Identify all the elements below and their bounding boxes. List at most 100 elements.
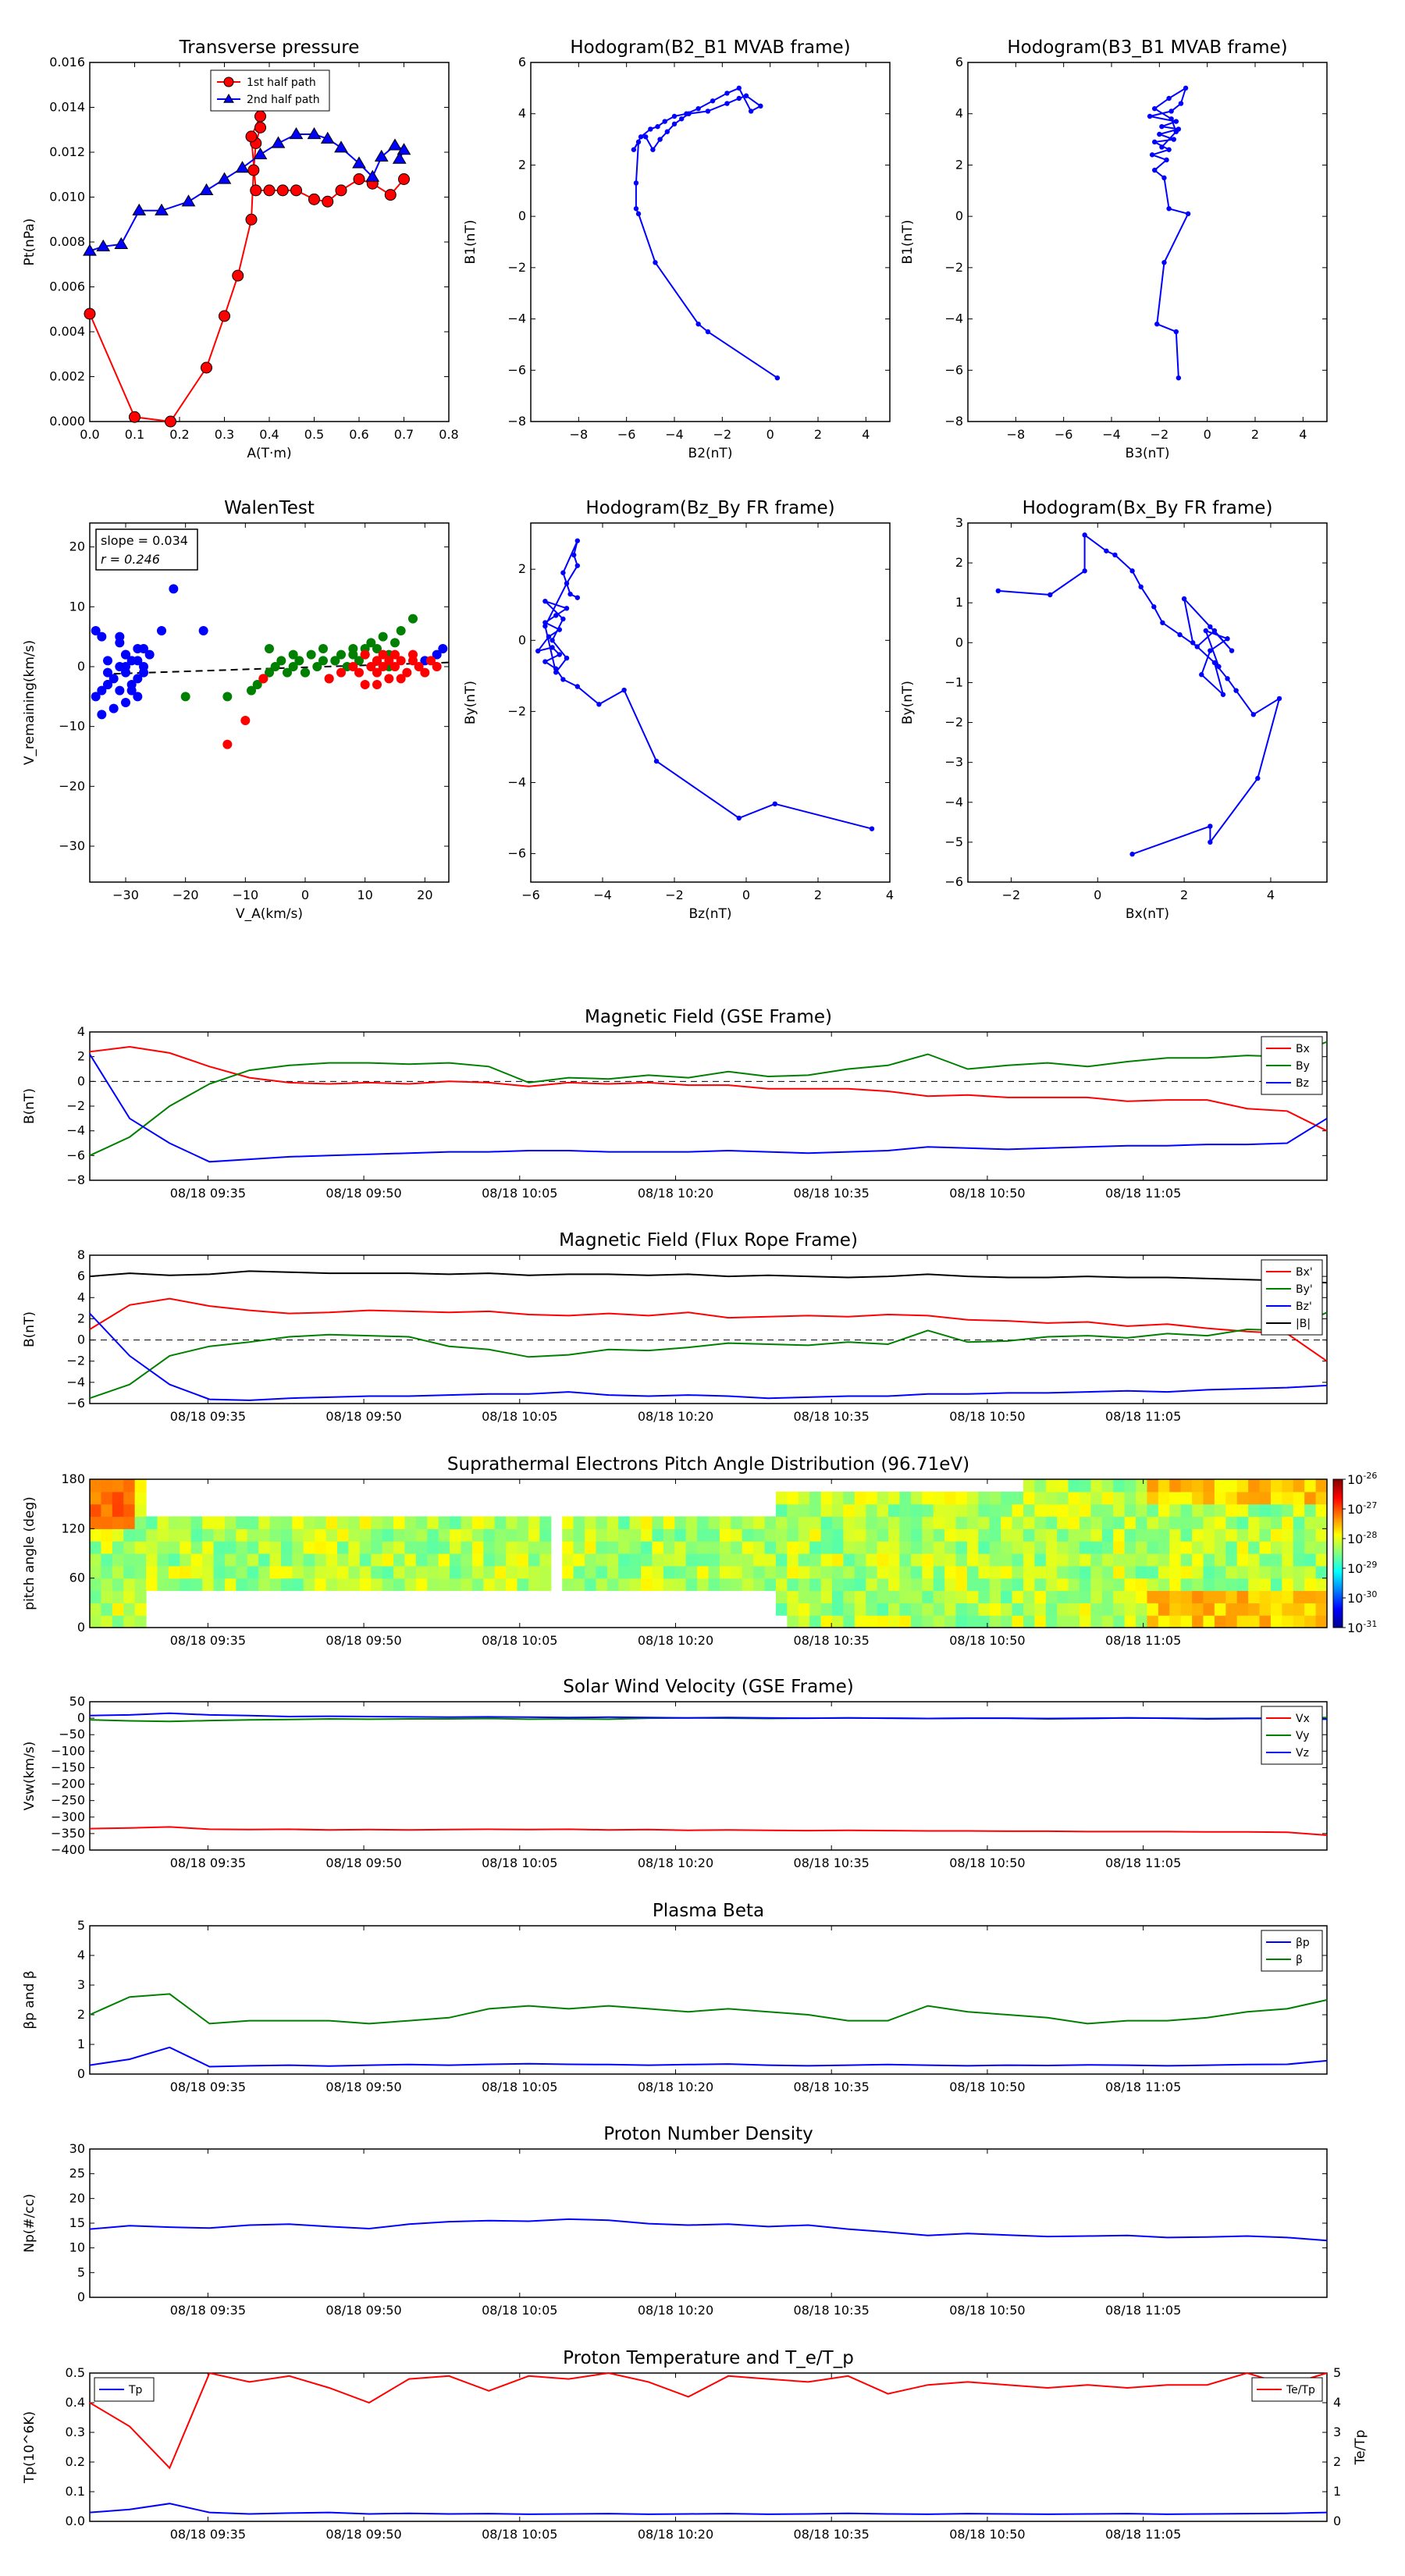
beta-series-1-line bbox=[89, 1993, 1328, 2025]
pad-heatmap-cell bbox=[753, 1565, 766, 1579]
pad-heatmap-cell bbox=[539, 1553, 552, 1567]
bgse-title: Magnetic Field (GSE Frame) bbox=[585, 1007, 832, 1027]
pad-heatmap-cell bbox=[1225, 1603, 1238, 1616]
walen-scatter-point bbox=[438, 644, 448, 653]
h4-data-point bbox=[1129, 568, 1135, 574]
pad-heatmap-cell bbox=[90, 1503, 102, 1517]
pad-heatmap-cell bbox=[1304, 1578, 1317, 1592]
bfr-ytick-label: −2 bbox=[66, 1354, 85, 1368]
pad-heatmap-cell bbox=[1034, 1491, 1047, 1505]
pad-heatmap-cell bbox=[1236, 1541, 1249, 1554]
pad-heatmap-cell bbox=[1203, 1503, 1215, 1517]
walen-scatter-point bbox=[121, 662, 130, 671]
pad-heatmap-cell bbox=[112, 1553, 124, 1567]
walen-scatter-point bbox=[408, 614, 418, 624]
pad-heatmap-cell bbox=[1101, 1615, 1114, 1628]
pad-heatmap-cell bbox=[1068, 1590, 1080, 1603]
pad-heatmap-cell bbox=[393, 1565, 406, 1579]
pad-heatmap-cell bbox=[1180, 1553, 1193, 1567]
pad-heatmap-cell bbox=[843, 1615, 855, 1628]
h3-data-point bbox=[653, 758, 660, 764]
pad-heatmap-cell bbox=[1068, 1553, 1080, 1567]
pad-heatmap-cell bbox=[933, 1578, 945, 1592]
pad-heatmap-cell bbox=[922, 1541, 934, 1554]
pad-heatmap-cell bbox=[1169, 1565, 1182, 1579]
np-time-tick-label: 08/18 11:05 bbox=[1105, 2303, 1181, 2318]
pad-heatmap-cell bbox=[269, 1516, 282, 1529]
walen-xlabel: V_A(km/s) bbox=[236, 906, 303, 922]
pad-heatmap-cell bbox=[224, 1553, 237, 1567]
pad-heatmap-cell bbox=[775, 1516, 788, 1529]
pad-heatmap-cell bbox=[775, 1565, 788, 1579]
pad-heatmap-cell bbox=[101, 1541, 113, 1554]
pad-heatmap-cell bbox=[652, 1516, 664, 1529]
pad-heatmap-cell bbox=[697, 1565, 710, 1579]
pad-heatmap-cell bbox=[1169, 1590, 1182, 1603]
pad-heatmap-cell bbox=[359, 1541, 372, 1554]
pad-heatmap-cell bbox=[325, 1516, 338, 1529]
pad-heatmap-cell bbox=[382, 1541, 394, 1554]
h2-data-point bbox=[1166, 147, 1172, 152]
pad-heatmap-cell bbox=[787, 1541, 799, 1554]
beta-legend-label: β bbox=[1296, 1954, 1303, 1966]
pad-heatmap-cell bbox=[1023, 1491, 1035, 1505]
pad-heatmap-cell bbox=[292, 1528, 304, 1542]
pad-heatmap-cell bbox=[618, 1565, 631, 1579]
pad-time-tick-label: 08/18 10:05 bbox=[482, 1633, 557, 1648]
walen-xtick-label: 20 bbox=[417, 888, 432, 902]
pad-heatmap-cell bbox=[1113, 1491, 1126, 1505]
pad-heatmap-cell bbox=[1270, 1503, 1282, 1517]
pad-heatmap-cell bbox=[517, 1553, 529, 1567]
pad-heatmap-cell bbox=[168, 1565, 180, 1579]
pad-heatmap-cell bbox=[933, 1615, 945, 1628]
pad-heatmap-cell bbox=[1158, 1615, 1170, 1628]
h4-data-point bbox=[1194, 644, 1200, 649]
pad-heatmap-cell bbox=[820, 1565, 833, 1579]
pad-heatmap-cell bbox=[1158, 1479, 1170, 1493]
pad-heatmap-cell bbox=[404, 1541, 417, 1554]
pad-heatmap-cell bbox=[866, 1541, 878, 1554]
pad-heatmap-cell bbox=[1136, 1590, 1148, 1603]
pad-heatmap-cell bbox=[989, 1603, 1001, 1616]
pad-heatmap-cell bbox=[1315, 1516, 1328, 1529]
h2-data-point bbox=[1176, 375, 1182, 381]
tp-ytick-label: 0.012 bbox=[49, 144, 85, 159]
pad-heatmap-cell bbox=[1057, 1615, 1069, 1628]
pad-heatmap-cell bbox=[134, 1491, 147, 1505]
h1-data-point bbox=[724, 101, 730, 106]
tp-series-1-point bbox=[181, 194, 196, 207]
pad-heatmap-cell bbox=[674, 1528, 687, 1542]
pad-heatmap-cell bbox=[562, 1541, 574, 1554]
h2-data-point bbox=[1166, 95, 1172, 101]
pad-heatmap-cell bbox=[1113, 1541, 1126, 1554]
pad-heatmap-cell bbox=[1034, 1578, 1047, 1592]
pad-colorbar-label-base: 10 bbox=[1347, 1532, 1363, 1546]
pad-heatmap-cell bbox=[764, 1541, 777, 1554]
pad-heatmap-cell bbox=[652, 1553, 664, 1567]
pad-heatmap-cell bbox=[933, 1553, 945, 1567]
h3-xtick-label: 4 bbox=[886, 888, 894, 902]
pad-heatmap-cell bbox=[471, 1553, 484, 1567]
pad-heatmap-cell bbox=[1282, 1528, 1294, 1542]
tp-series-0-point bbox=[250, 184, 262, 197]
pad-heatmap-cell bbox=[1080, 1528, 1092, 1542]
h1-xtick-label: 0 bbox=[767, 427, 774, 442]
h3-data-point bbox=[553, 670, 559, 675]
pad-heatmap-cell bbox=[832, 1528, 845, 1542]
beta-legend bbox=[1261, 1930, 1323, 1972]
vsw-ytick-label: 0 bbox=[77, 1710, 85, 1725]
pad-heatmap-cell bbox=[1136, 1578, 1148, 1592]
np-time-tick-label: 08/18 09:50 bbox=[325, 2303, 401, 2318]
pad-heatmap-cell bbox=[820, 1528, 833, 1542]
h2-xtick-label: −2 bbox=[1151, 427, 1169, 442]
pad-heatmap-cell bbox=[1225, 1615, 1238, 1628]
h1-data-point bbox=[657, 137, 663, 142]
h1-data-point bbox=[695, 321, 701, 327]
pad-heatmap-cell bbox=[269, 1541, 282, 1554]
h2-ytick-label: 4 bbox=[955, 106, 963, 121]
pad-heatmap-cell bbox=[1214, 1590, 1226, 1603]
h4-data-point bbox=[1250, 712, 1256, 717]
pad-heatmap-cell bbox=[415, 1553, 428, 1567]
pad-heatmap-cell bbox=[978, 1516, 991, 1529]
pad-heatmap-cell bbox=[236, 1565, 248, 1579]
